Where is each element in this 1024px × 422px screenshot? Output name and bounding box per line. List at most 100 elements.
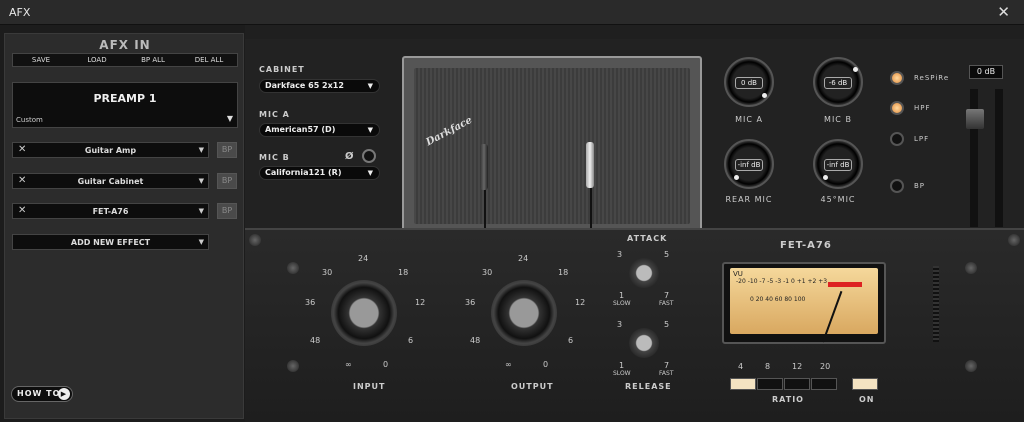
release-fast: FAST (659, 370, 674, 377)
attack-knob[interactable] (629, 258, 659, 288)
screw (287, 360, 299, 372)
effect-slot-fet-a76[interactable]: ✕ FET-A76 ▼ (12, 203, 209, 219)
input-tick: 48 (310, 336, 321, 345)
mic-45-level-knob[interactable]: -inf dB (813, 139, 863, 189)
release-scale: 5 (664, 320, 670, 329)
dropdown-arrow-icon[interactable]: ▼ (199, 146, 204, 154)
output-tick: 30 (482, 268, 493, 277)
input-tick: 30 (322, 268, 333, 277)
attack-slow: SLOW (613, 300, 631, 307)
dropdown-arrow-icon[interactable]: ▼ (227, 114, 233, 123)
input-tick: 12 (415, 298, 426, 307)
how-to-button[interactable]: HOW TO ▶ (11, 386, 73, 402)
mic-b-label: MIC B (259, 153, 290, 162)
on-button[interactable] (852, 378, 878, 390)
input-tick: 24 (358, 254, 369, 263)
knob-value: 0 dB (735, 77, 763, 89)
mic-b-level-knob[interactable]: -6 dB (813, 57, 863, 107)
mic-b-value: California121 (R) (265, 168, 342, 177)
mic-b-drag-handle[interactable] (586, 142, 594, 188)
effect-slot-guitar-cabinet[interactable]: ✕ Guitar Cabinet ▼ (12, 173, 209, 189)
output-fader-track (995, 89, 1003, 227)
phase-icon: Ø (345, 151, 355, 162)
mic-a-value: American57 (D) (265, 125, 336, 134)
effect-slot-guitar-amp[interactable]: ✕ Guitar Amp ▼ (12, 142, 209, 158)
effect-slot-label: Guitar Cabinet (77, 177, 144, 186)
attack-label: ATTACK (627, 234, 668, 243)
screw (1008, 234, 1020, 246)
attack-scale: 7 (664, 291, 670, 300)
vu-needle (822, 290, 843, 343)
add-new-effect-button[interactable]: ADD NEW EFFECT ▼ (12, 234, 209, 250)
cabinet-label: CABINET (259, 65, 305, 74)
rear-mic-level-knob[interactable]: -inf dB (724, 139, 774, 189)
ratio-value: 8 (765, 362, 771, 371)
mic-45-knob-label: 45°MIC (820, 195, 856, 204)
attack-fast: FAST (659, 300, 674, 307)
ratio-4-button[interactable] (730, 378, 756, 390)
plugin-area: CABINET Darkface 65 2x12 ▼ MIC A American… (245, 25, 1024, 422)
window-title: AFX (9, 6, 31, 19)
ratio-value: 20 (820, 362, 831, 371)
play-icon: ▶ (58, 388, 70, 400)
close-icon[interactable]: ✕ (997, 3, 1010, 21)
knob-indicator (734, 175, 739, 180)
vu-top-scale: -20 -10 -7 -5 -3 -1 0 +1 +2 +3 (736, 278, 828, 285)
ratio-8-button[interactable] (757, 378, 783, 390)
cabinet-section: CABINET Darkface 65 2x12 ▼ MIC A American… (245, 39, 1024, 239)
cabinet-select[interactable]: Darkface 65 2x12 ▼ (259, 79, 380, 93)
ratio-12-button[interactable] (784, 378, 810, 390)
screw (249, 234, 261, 246)
dropdown-arrow-icon[interactable]: ▼ (199, 207, 204, 215)
release-knob[interactable] (629, 328, 659, 358)
release-scale: 3 (617, 320, 623, 329)
add-new-effect-label: ADD NEW EFFECT (70, 238, 151, 247)
preset-selector[interactable]: PREAMP 1 Custom ▼ (12, 82, 238, 128)
window-titlebar: AFX ✕ (0, 0, 1024, 25)
knob-indicator (853, 67, 858, 72)
load-button[interactable]: LOAD (69, 54, 125, 66)
attack-scale: 5 (664, 250, 670, 259)
input-knob[interactable] (331, 280, 397, 346)
bp-all-button[interactable]: BP ALL (125, 54, 181, 66)
bp-button[interactable]: BP (217, 173, 237, 189)
cabinet-graphic: Darkface (402, 56, 702, 236)
output-level-readout: 0 dB (969, 65, 1003, 79)
screw (287, 262, 299, 274)
mic-a-level-knob[interactable]: 0 dB (724, 57, 774, 107)
ratio-label: RATIO (772, 395, 804, 404)
lpf-toggle[interactable] (890, 132, 904, 146)
dropdown-arrow-icon: ▼ (367, 169, 373, 177)
rear-mic-knob-label: REAR MIC (725, 195, 773, 204)
output-tick: 12 (575, 298, 586, 307)
dropdown-arrow-icon[interactable]: ▼ (199, 238, 204, 246)
ratio-20-button[interactable] (811, 378, 837, 390)
vu-bottom-scale: 0 20 40 60 80 100 (750, 296, 806, 303)
output-tick: 0 (543, 360, 549, 369)
bp-button[interactable]: BP (217, 142, 237, 158)
save-button[interactable]: SAVE (13, 54, 69, 66)
vu-label: VU (733, 270, 743, 278)
on-label: ON (859, 395, 875, 404)
output-knob[interactable] (491, 280, 557, 346)
fet-a76-rack: FET-A76 24 18 12 6 0 ∞ 48 36 30 INPUT 24… (245, 228, 1024, 422)
bp-button[interactable]: BP (217, 203, 237, 219)
dropdown-arrow-icon[interactable]: ▼ (199, 177, 204, 185)
release-scale: 1 (619, 361, 625, 370)
phase-toggle[interactable] (362, 149, 376, 163)
release-label: RELEASE (625, 382, 672, 391)
output-tick: 48 (470, 336, 481, 345)
hpf-toggle[interactable] (890, 101, 904, 115)
del-all-button[interactable]: DEL ALL (181, 54, 237, 66)
ratio-value: 4 (738, 362, 744, 371)
ratio-value: 12 (792, 362, 803, 371)
mic-a-drag-handle[interactable] (480, 144, 488, 190)
respire-toggle[interactable] (890, 71, 904, 85)
bp-filter-toggle[interactable] (890, 179, 904, 193)
input-tick: 0 (383, 360, 389, 369)
output-tick: 36 (465, 298, 476, 307)
mic-b-select[interactable]: California121 (R) ▼ (259, 166, 380, 180)
output-fader-handle[interactable] (966, 109, 984, 129)
mic-a-select[interactable]: American57 (D) ▼ (259, 123, 380, 137)
mic-b-knob-label: MIC B (824, 115, 852, 124)
